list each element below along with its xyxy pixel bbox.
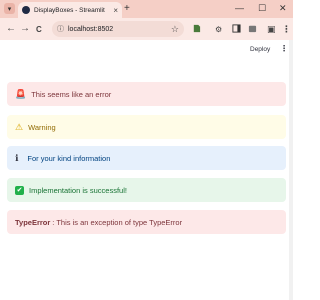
siren-icon: 🚨: [15, 89, 27, 99]
exception-type: TypeError: [15, 217, 51, 227]
streamlit-favicon-icon: [22, 6, 30, 14]
streamlit-app: Deploy ⋮ 🚨 This seems like an error ⚠ Wa…: [0, 40, 293, 300]
site-info-icon[interactable]: ⓘ: [57, 24, 64, 34]
tab-search-icon[interactable]: ▾: [4, 3, 15, 14]
tab-title: DisplayBoxes - Streamlit: [34, 6, 105, 14]
reload-icon[interactable]: C: [36, 24, 42, 36]
close-window-button[interactable]: ✕: [279, 2, 287, 14]
minimize-button[interactable]: —: [235, 2, 244, 14]
browser-menu-icon[interactable]: ⋮: [282, 23, 291, 35]
deploy-button[interactable]: Deploy: [250, 46, 270, 53]
error-alert: 🚨 This seems like an error: [7, 82, 286, 106]
url-text: localhost:8502: [68, 25, 114, 33]
info-icon: ℹ: [15, 153, 19, 163]
warning-icon: ⚠: [15, 122, 24, 132]
info-alert: ℹ For your kind information: [7, 146, 286, 170]
error-text: This seems like an error: [31, 89, 112, 99]
browser-tab[interactable]: DisplayBoxes - Streamlit ×: [18, 2, 122, 18]
success-text: Implementation is successful!: [29, 185, 127, 195]
back-icon[interactable]: ←: [6, 23, 16, 35]
extension-icon[interactable]: [192, 24, 201, 33]
address-bar[interactable]: ⓘ localhost:8502 ☆: [52, 21, 184, 37]
check-mark-icon: ✔: [15, 185, 24, 195]
app-menu-icon[interactable]: ⋮: [280, 44, 288, 53]
exception-alert: TypeError : This is an exception of type…: [7, 210, 286, 234]
profile-icon[interactable]: ▣: [267, 23, 276, 35]
maximize-button[interactable]: ☐: [258, 2, 266, 14]
exception-message: : This is an exception of type TypeError: [52, 217, 183, 227]
extensions-puzzle-icon[interactable]: ⚙: [215, 24, 222, 36]
scrollbar[interactable]: [289, 40, 293, 300]
browser-titlebar: ▾ DisplayBoxes - Streamlit × + — ☐ ✕: [0, 0, 293, 18]
new-tab-button[interactable]: +: [124, 3, 130, 15]
browser-toolbar: ← → C ⓘ localhost:8502 ☆ ⚙ ▣ ⋮: [0, 18, 293, 40]
warning-text: Warning: [28, 122, 56, 132]
downloads-icon[interactable]: [248, 24, 257, 33]
warning-alert: ⚠ Warning: [7, 115, 286, 139]
success-alert: ✔ Implementation is successful!: [7, 178, 286, 202]
side-panel-icon[interactable]: [232, 24, 241, 33]
bookmark-star-icon[interactable]: ☆: [171, 24, 179, 35]
tab-close-icon[interactable]: ×: [113, 6, 118, 15]
info-text: For your kind information: [27, 153, 111, 163]
forward-icon[interactable]: →: [20, 23, 30, 35]
